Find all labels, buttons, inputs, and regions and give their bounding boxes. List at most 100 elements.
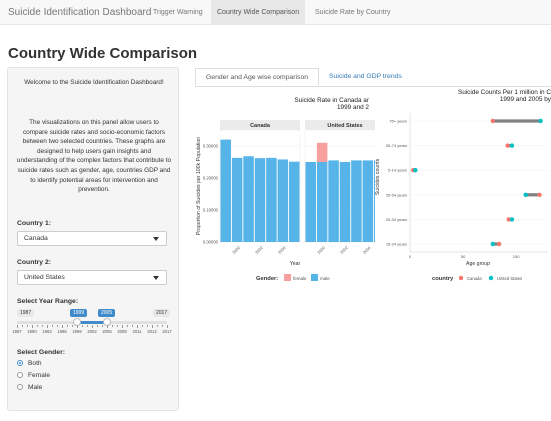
scatter-y-tick-label: 35-54 years xyxy=(386,192,407,197)
country1-select[interactable]: Canada xyxy=(17,231,167,246)
intro-body: The visualizations on this panel allow u… xyxy=(16,119,172,194)
bar-y-tick-label: 0.20000 xyxy=(203,176,219,181)
scatter-x-tick-label: 0 xyxy=(409,254,412,259)
slider-tick xyxy=(47,325,48,328)
scatter-x-tick-label: 100 xyxy=(513,254,520,259)
slider-tick-label: 1999 xyxy=(72,329,82,334)
subtab-divider xyxy=(195,86,551,87)
scatter-y-tick-label: 25-34 years xyxy=(386,217,407,222)
scatter-y-tick-label: 55-74 years xyxy=(386,143,407,148)
country2-label: Country 2: xyxy=(17,259,51,266)
bar-x-tick-label: 2002 xyxy=(254,244,264,254)
slider-tick-label: 1996 xyxy=(57,329,67,334)
radio-unchecked-icon[interactable] xyxy=(17,384,23,390)
slider-tick xyxy=(52,325,53,327)
slider-tick xyxy=(37,325,38,327)
bar-chart: Proportion of Suicides per 100k Populati… xyxy=(196,120,375,282)
country1-label: Country 1: xyxy=(17,220,51,227)
slider-tick xyxy=(87,325,88,327)
slider-tick xyxy=(82,325,83,327)
bar-y-tick-label: 0.10000 xyxy=(203,208,219,213)
year-range-slider[interactable] xyxy=(17,321,167,324)
country2-select[interactable]: United States xyxy=(17,270,167,285)
slider-tick xyxy=(17,325,18,328)
subtab-suicide-gdp[interactable]: Suicide and GDP trends xyxy=(319,68,412,86)
scatter-y-tick-label: 15-24 years xyxy=(386,242,407,247)
scatter-y-axis-label: Suicides counts xyxy=(375,158,381,195)
slider-tick xyxy=(142,325,143,327)
scatter-legend-swatch-us xyxy=(488,275,494,281)
intro-heading: Welcome to the Suicide Identification Da… xyxy=(24,79,164,86)
slider-max-label: 2017 xyxy=(153,309,171,317)
country1-value: Canada xyxy=(24,235,48,242)
slider-tick-label: 2011 xyxy=(132,329,142,334)
tab-suicide-rate-by-country[interactable]: Suicide Rate by Country xyxy=(309,0,396,25)
scatter-chart-title: Suicide Counts Per 1 million in C 1999 a… xyxy=(457,89,551,103)
bar-male xyxy=(339,162,351,242)
bar-male xyxy=(328,160,339,242)
slider-tick-label: 2008 xyxy=(117,329,127,334)
slider-from-badge: 1999 xyxy=(70,309,88,317)
bar-y-axis-label: Proportion of Suicides per 100k Populati… xyxy=(196,137,202,235)
radio-female[interactable]: Female xyxy=(17,372,50,379)
scatter-y-tick-label: 5-14 years xyxy=(388,168,407,173)
slider-tick xyxy=(32,325,33,328)
brand-title[interactable]: Suicide Identification Dashboard xyxy=(8,7,151,18)
scatter-x-axis-label: Age group xyxy=(466,261,490,267)
radio-unchecked-icon[interactable] xyxy=(17,372,23,378)
slider-tick-label: 2014 xyxy=(147,329,157,334)
scatter-point-canada xyxy=(490,118,495,124)
slider-tick xyxy=(137,325,138,328)
radio-male[interactable]: Male xyxy=(17,384,42,391)
slider-to-badge: 2005 xyxy=(98,309,116,317)
slider-tick xyxy=(107,325,108,328)
scatter-y-tick-label: 75+ years xyxy=(389,119,407,124)
slider-tick xyxy=(132,325,133,327)
bar-legend-label-female: female xyxy=(293,276,307,281)
slider-tick-label: 1993 xyxy=(42,329,52,334)
scatter-point-us xyxy=(523,192,528,197)
tab-country-wide-comparison[interactable]: Country Wide Comparison xyxy=(211,0,306,25)
slider-tick xyxy=(102,325,103,327)
scatter-chart: Suicides counts 75+ years 55-74 years 5-14 … xyxy=(375,113,548,282)
slider-tick xyxy=(72,325,73,327)
bar-male xyxy=(351,160,362,242)
gender-label: Select Gender: xyxy=(17,349,65,356)
scatter-point-us xyxy=(490,241,495,247)
radio-both[interactable]: Both xyxy=(17,360,42,367)
bar-male xyxy=(316,162,328,242)
bar-male xyxy=(254,158,266,242)
subtab-gender-age[interactable]: Gender and Age wise comparison xyxy=(195,68,320,86)
scatter-point-canada xyxy=(496,241,502,247)
bar-legend-swatch-female xyxy=(284,274,291,281)
scatter-point-canada xyxy=(537,192,542,197)
bar-male xyxy=(220,139,231,242)
slider-tick-label: 1987 xyxy=(12,329,22,334)
slider-tick xyxy=(147,325,148,327)
bar-chart-title: Suicide Rate in Canada ar 1999 and 2 xyxy=(294,97,369,111)
year-range-label: Select Year Range: xyxy=(17,298,79,305)
bar-male xyxy=(231,157,243,242)
bar-male xyxy=(289,161,300,242)
bar-x-tick-label: 2000 xyxy=(231,244,241,254)
bar-legend-swatch-male xyxy=(311,274,318,281)
bar-male xyxy=(243,156,254,242)
scatter-point-us xyxy=(509,143,515,148)
scatter-point-us xyxy=(538,118,543,124)
bar-male xyxy=(266,157,277,242)
slider-tick xyxy=(42,325,43,327)
chevron-down-icon xyxy=(153,237,159,241)
page-title: Country Wide Comparison xyxy=(8,45,198,62)
scatter-plot-background xyxy=(410,113,548,252)
slider-tick xyxy=(117,325,118,327)
radio-checked-icon[interactable] xyxy=(17,360,23,366)
slider-tick xyxy=(62,325,63,328)
scatter-point-canada xyxy=(505,143,510,148)
chevron-down-icon xyxy=(153,276,159,280)
slider-tick xyxy=(27,325,28,327)
bar-y-tick-label: 0.30000 xyxy=(203,144,219,149)
tab-trigger-warning[interactable]: Trigger Warning xyxy=(147,0,209,25)
bar-x-tick-label: 2002 xyxy=(339,244,349,254)
scatter-point-us xyxy=(413,168,418,173)
bar-panel-label: United States xyxy=(327,123,362,129)
